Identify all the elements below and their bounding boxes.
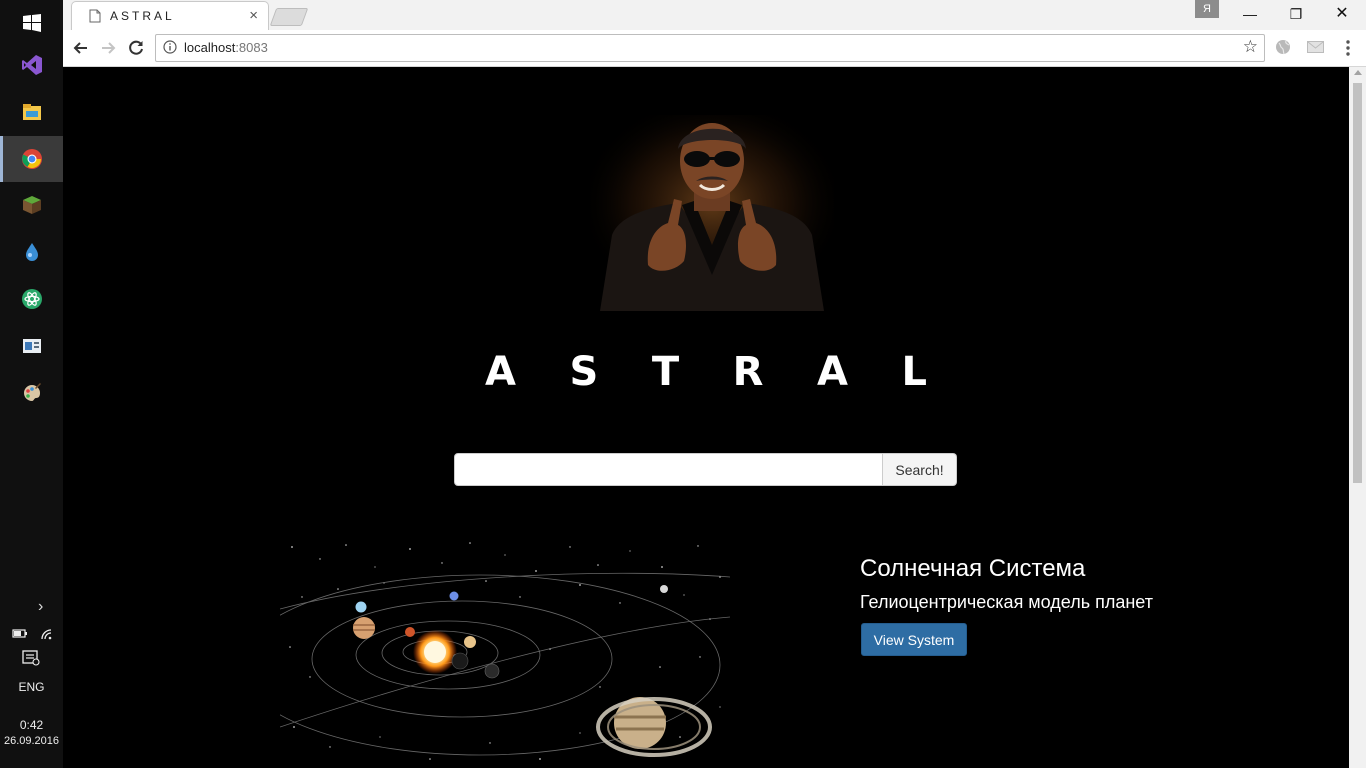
hero-portrait-image <box>590 115 834 311</box>
taskbar-visual-studio[interactable] <box>0 42 63 88</box>
paint-icon <box>23 383 41 401</box>
url-port: :8083 <box>235 40 268 55</box>
scroll-up-arrow-icon[interactable] <box>1354 70 1362 75</box>
visual-studio-icon <box>21 55 42 75</box>
restore-button[interactable]: ❐ <box>1281 4 1311 24</box>
tab-close-icon[interactable]: × <box>249 7 258 25</box>
close-window-button[interactable]: ✕ <box>1327 4 1357 24</box>
action-center-icon[interactable] <box>22 650 40 666</box>
reload-icon[interactable] <box>126 38 146 58</box>
taskbar-file-explorer[interactable] <box>0 89 63 135</box>
clock-date[interactable]: 26.09.2016 <box>0 735 63 747</box>
mail-extension-icon[interactable] <box>1307 41 1324 53</box>
windows-start-icon <box>22 14 41 32</box>
file-explorer-icon <box>22 104 41 120</box>
browser-titlebar: ASTRAL × Я — ❐ ✕ <box>63 0 1366 31</box>
view-system-button[interactable]: View System <box>861 623 967 656</box>
page-viewport: ASTRAL Search! Солнечная Система Гелиоце… <box>63 67 1349 768</box>
bookmark-star-icon[interactable]: ☆ <box>1243 38 1258 56</box>
globe-extension-icon[interactable] <box>1275 39 1291 55</box>
browser-menu-icon[interactable] <box>1343 37 1353 59</box>
search-group: Search! <box>454 453 957 486</box>
search-input[interactable] <box>454 453 883 486</box>
scrollbar-thumb[interactable] <box>1353 83 1362 483</box>
windows-taskbar: › ENG 0:42 26.09.2016 <box>0 0 63 768</box>
browser-toolbar: localhost:8083 ☆ <box>63 30 1366 67</box>
water-drop-icon <box>25 243 38 261</box>
astral-logo-text: ASTRAL <box>485 351 927 391</box>
news-app-icon <box>22 339 41 353</box>
taskbar-atom[interactable] <box>0 276 63 322</box>
page-scrollbar[interactable] <box>1349 67 1366 768</box>
taskbar-drop-app[interactable] <box>0 229 63 275</box>
browser-tab-active[interactable]: ASTRAL × <box>71 1 269 31</box>
tray-expand-chevron-icon[interactable]: › <box>38 598 43 616</box>
taskbar-news[interactable] <box>0 323 63 369</box>
input-language-indicator[interactable]: ENG <box>0 680 63 694</box>
chrome-icon <box>21 149 42 169</box>
address-bar[interactable]: localhost:8083 ☆ <box>155 34 1265 62</box>
url-host: localhost <box>184 40 236 55</box>
taskbar-paint[interactable] <box>0 370 63 416</box>
start-button[interactable] <box>0 0 63 46</box>
atom-icon <box>21 289 42 309</box>
minimize-button[interactable]: — <box>1235 4 1265 24</box>
astral-logo: ASTRAL <box>485 351 927 391</box>
minecraft-icon <box>22 196 41 214</box>
feature-subtitle: Гелиоцентрическая модель планет <box>860 592 1153 612</box>
url-text[interactable]: localhost:8083 <box>184 40 268 55</box>
new-tab-button[interactable] <box>269 8 309 26</box>
search-button[interactable]: Search! <box>883 453 957 486</box>
page-document-icon <box>89 9 101 23</box>
info-icon[interactable] <box>163 40 177 54</box>
taskbar-chrome[interactable] <box>0 136 63 182</box>
forward-arrow-icon[interactable] <box>98 38 118 58</box>
solar-system-image <box>280 537 730 768</box>
battery-wifi-icon[interactable] <box>12 626 56 642</box>
taskbar-minecraft[interactable] <box>0 182 63 228</box>
profile-badge[interactable]: Я <box>1195 0 1219 18</box>
tab-title: ASTRAL <box>110 9 175 23</box>
feature-title: Солнечная Система <box>860 555 1086 582</box>
back-arrow-icon[interactable] <box>71 38 91 58</box>
clock-time[interactable]: 0:42 <box>0 718 63 732</box>
